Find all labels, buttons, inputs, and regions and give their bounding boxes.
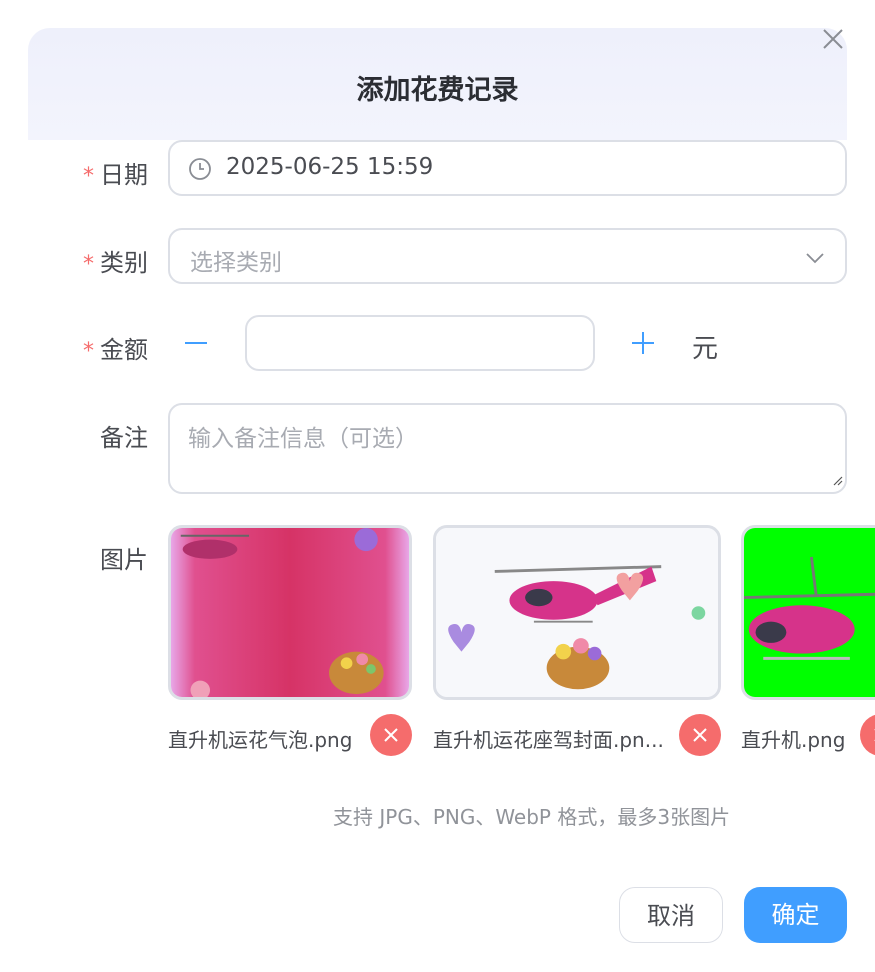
helicopter-bubble-image bbox=[171, 528, 409, 697]
remark-textarea[interactable]: 输入备注信息（可选） bbox=[168, 403, 847, 494]
cancel-button[interactable]: 取消 bbox=[619, 887, 723, 943]
category-select[interactable]: 选择类别 bbox=[168, 228, 847, 284]
images-label-text: 图片 bbox=[100, 546, 148, 574]
confirm-button[interactable]: 确定 bbox=[744, 887, 847, 943]
date-label-text: 日期 bbox=[100, 161, 148, 189]
close-icon bbox=[693, 728, 707, 742]
file-name: 直升机运花座驾封面.pn... bbox=[433, 728, 664, 752]
image-thumbnail[interactable] bbox=[168, 525, 412, 700]
helicopter-flowers-image bbox=[436, 528, 718, 697]
remove-image-button[interactable] bbox=[860, 714, 875, 756]
date-picker[interactable]: 2025-06-25 15:59 bbox=[168, 140, 847, 196]
file-name: 直升机运花气泡.png bbox=[168, 728, 353, 752]
remove-image-button[interactable] bbox=[679, 714, 721, 756]
upload-hint: 支持 JPG、PNG、WebP 格式，最多3张图片 bbox=[333, 805, 731, 829]
category-placeholder: 选择类别 bbox=[190, 250, 282, 276]
remark-placeholder: 输入备注信息（可选） bbox=[188, 426, 418, 452]
image-thumbnail[interactable] bbox=[741, 525, 875, 700]
category-label-text: 类别 bbox=[100, 249, 148, 277]
resize-handle-icon[interactable] bbox=[831, 471, 843, 490]
add-expense-dialog: 添加花费记录 * 日期 2025-06-25 15:59 * 类别 选择类别 * 金额… bbox=[0, 0, 875, 972]
close-icon bbox=[384, 728, 398, 742]
amount-label: * 金额 bbox=[28, 330, 148, 365]
images-label: 图片 bbox=[28, 540, 148, 575]
date-label: * 日期 bbox=[28, 155, 148, 190]
amount-label-text: 金额 bbox=[100, 336, 148, 364]
required-mark: * bbox=[83, 339, 94, 364]
helicopter-green-image bbox=[744, 528, 875, 697]
amount-unit: 元 bbox=[692, 334, 719, 364]
amount-input[interactable] bbox=[245, 315, 595, 371]
remove-image-button[interactable] bbox=[370, 714, 412, 756]
category-label: * 类别 bbox=[28, 243, 148, 278]
dialog-title: 添加花费记录 bbox=[356, 75, 519, 106]
remark-label-text: 备注 bbox=[100, 424, 148, 452]
required-mark: * bbox=[83, 164, 94, 189]
plus-icon[interactable] bbox=[630, 330, 656, 356]
close-icon[interactable] bbox=[820, 26, 846, 52]
chevron-down-icon bbox=[805, 248, 825, 272]
required-mark: * bbox=[83, 252, 94, 277]
file-name: 直升机.png bbox=[741, 728, 846, 752]
date-value: 2025-06-25 15:59 bbox=[226, 154, 434, 180]
clock-icon bbox=[188, 157, 212, 185]
remark-label: 备注 bbox=[28, 418, 148, 453]
minus-icon[interactable] bbox=[183, 330, 209, 356]
image-thumbnail[interactable] bbox=[433, 525, 721, 700]
